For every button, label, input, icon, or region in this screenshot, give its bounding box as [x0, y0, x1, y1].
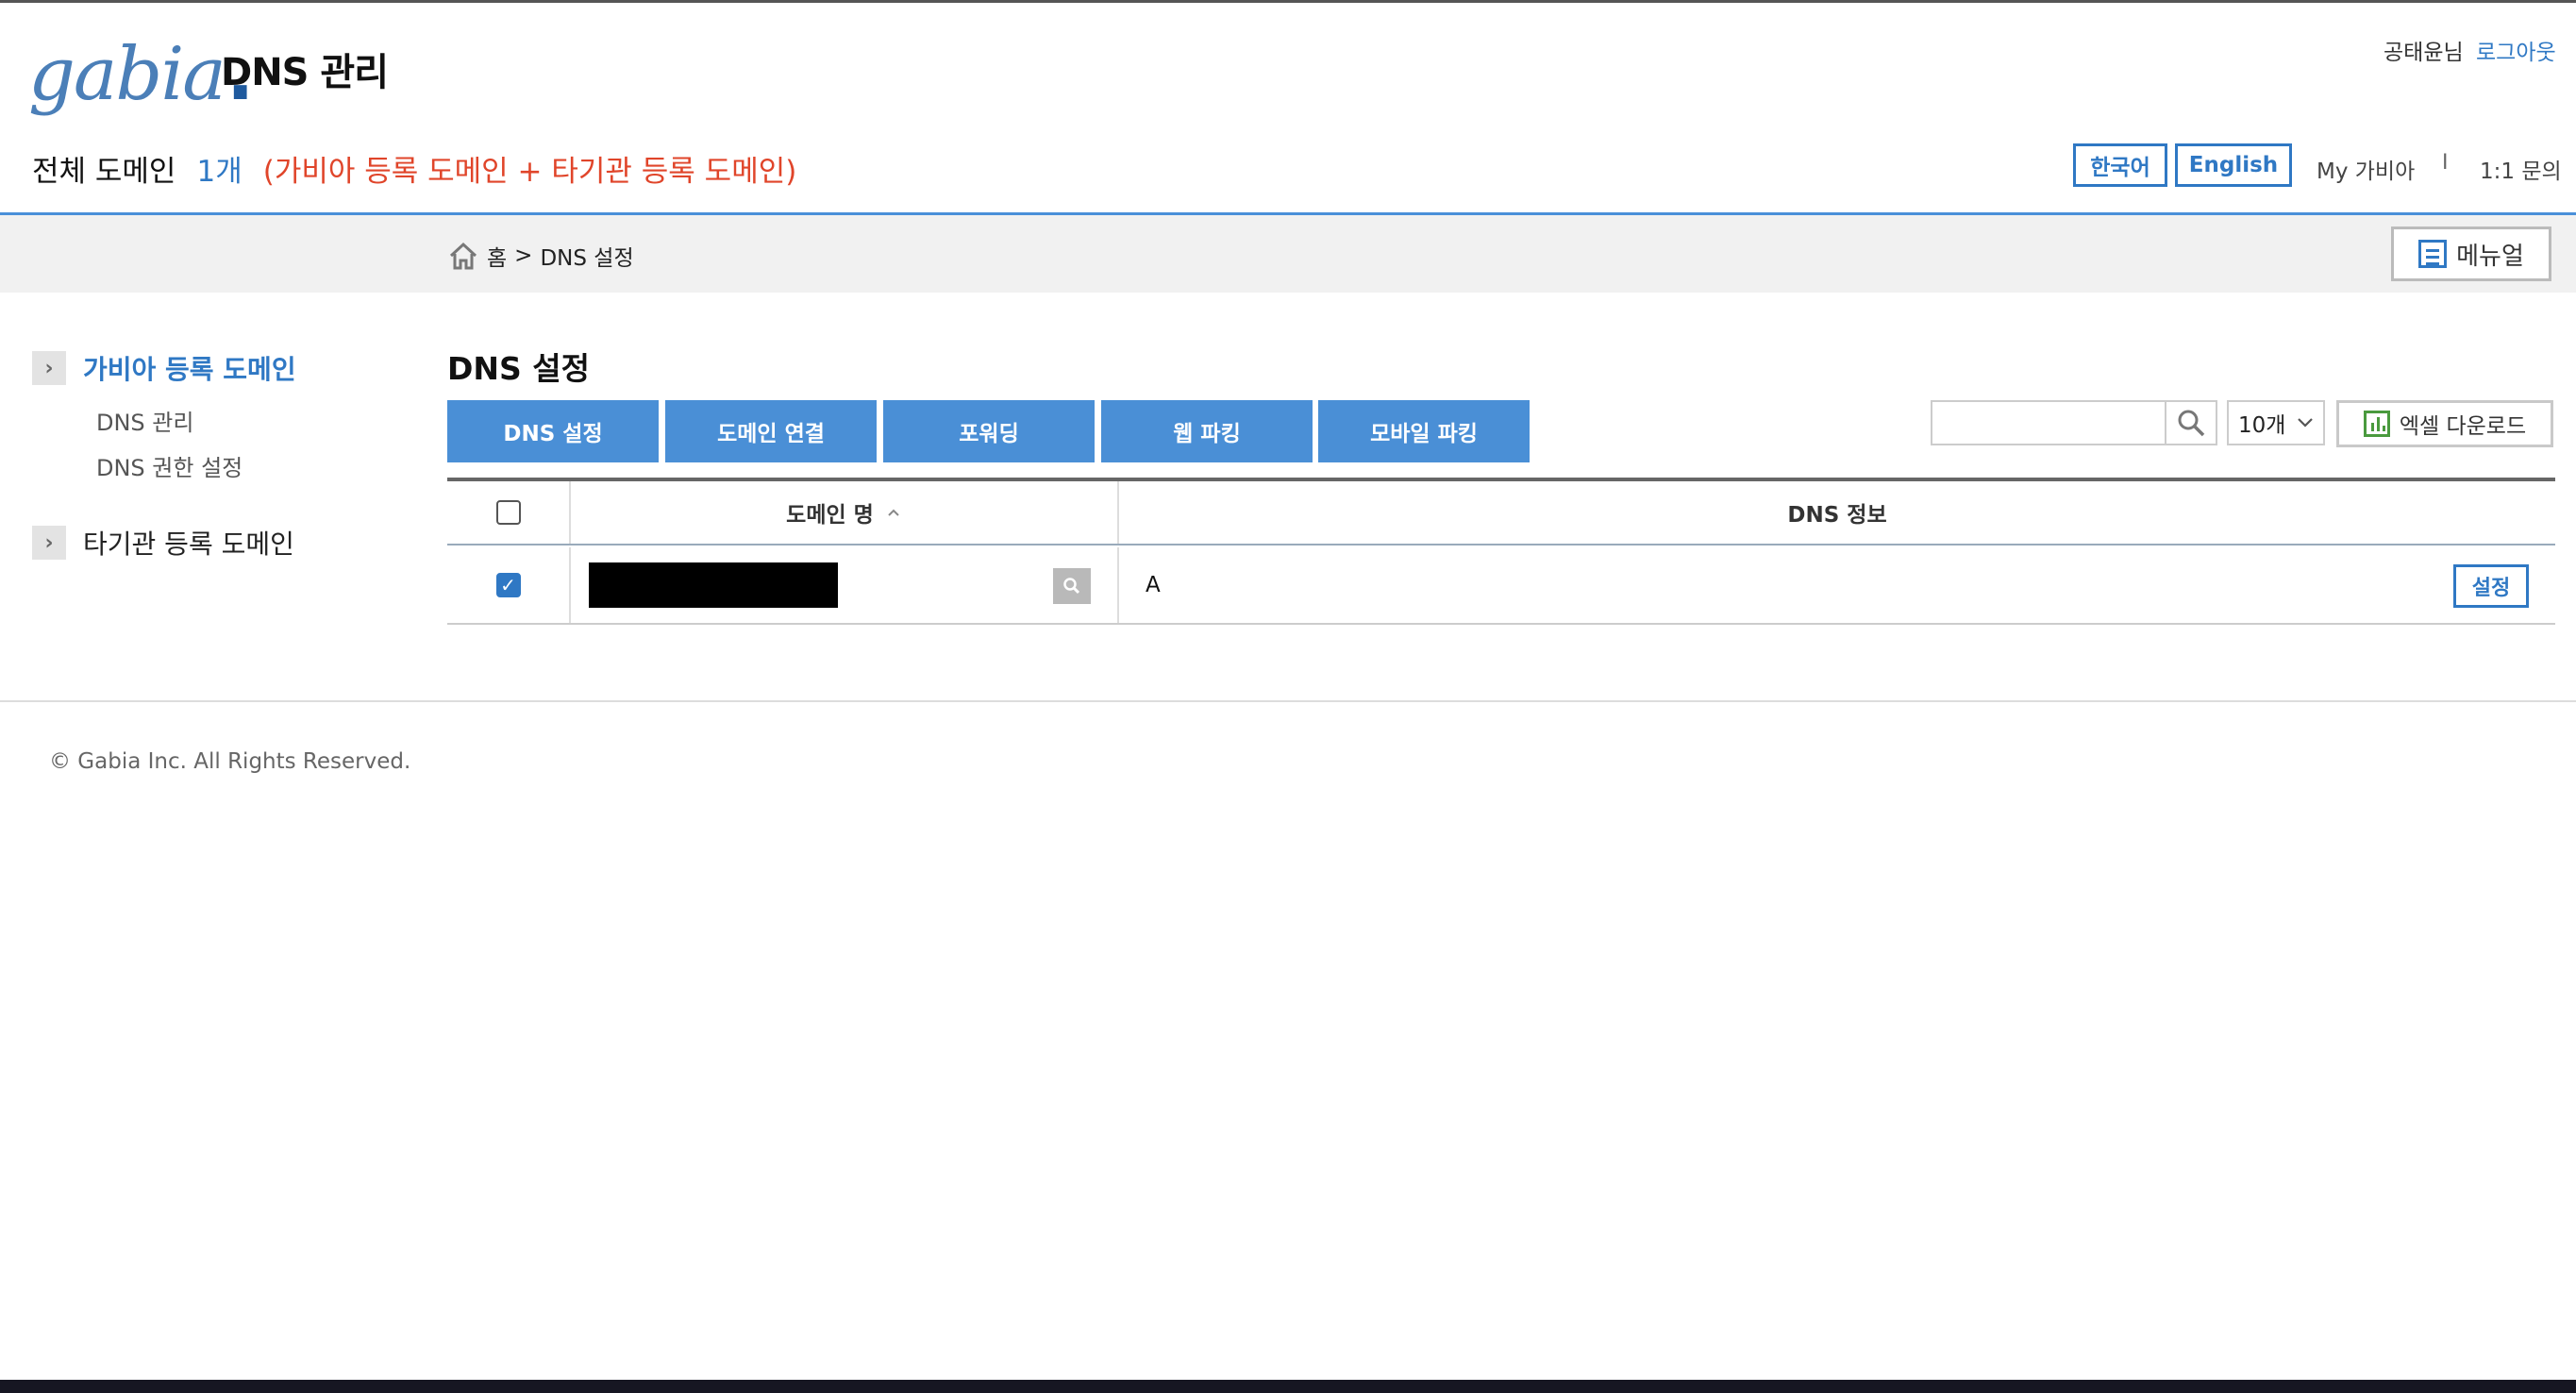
search-button[interactable]	[2166, 400, 2217, 445]
home-icon[interactable]	[447, 240, 479, 272]
table-row: ✓ A 설정	[447, 547, 2555, 625]
breadcrumb-bar	[0, 215, 2576, 293]
chevron-down-icon	[2298, 418, 2313, 428]
copyright-text: © Gabia Inc. All Rights Reserved.	[49, 749, 411, 774]
chevron-right-icon: ›	[32, 526, 66, 560]
domain-lookup-button[interactable]	[1053, 568, 1091, 604]
user-name: 공태윤님	[2384, 41, 2464, 65]
logout-link[interactable]: 로그아웃	[2476, 34, 2556, 66]
page-title: DNS 설정	[447, 350, 590, 387]
lang-english-button[interactable]: English	[2175, 143, 2292, 187]
sidebar-item-label: 타기관 등록 도메인	[83, 529, 294, 560]
chart-icon	[2363, 411, 2390, 437]
excel-download-label: 엑셀 다운로드	[2399, 414, 2527, 439]
sidebar-item-gabia-domains[interactable]: › 가비아 등록 도메인	[32, 349, 296, 387]
bottom-bar	[0, 1380, 2576, 1393]
tab-web-parking[interactable]: 웹 파킹	[1101, 400, 1313, 462]
breadcrumb-arrow: >	[514, 243, 533, 268]
dns-info-value: A	[1146, 573, 1161, 597]
tab-domain-connect[interactable]: 도메인 연결	[665, 400, 877, 462]
sidebar-subitem-dns-permission[interactable]: DNS 권한 설정	[96, 449, 243, 482]
top-border	[0, 0, 2576, 3]
column-divider	[569, 547, 571, 623]
manual-button[interactable]: 메뉴얼	[2391, 227, 2551, 281]
sort-up-icon[interactable]	[885, 507, 902, 518]
domain-summary: 전체 도메인 1개 (가비아 등록 도메인 + 타기관 등록 도메인)	[32, 147, 796, 190]
breadcrumb: 홈 > DNS 설정	[447, 240, 634, 272]
tab-mobile-parking[interactable]: 모바일 파킹	[1318, 400, 1530, 462]
page-size-value: 10개	[2238, 413, 2286, 438]
sidebar-item-other-domains[interactable]: › 타기관 등록 도메인	[32, 524, 294, 562]
sidebar-item-label: 가비아 등록 도메인	[83, 354, 296, 385]
row-checkbox[interactable]: ✓	[495, 573, 521, 597]
tab-forwarding[interactable]: 포워딩	[883, 400, 1095, 462]
breadcrumb-current: DNS 설정	[540, 246, 634, 271]
excel-download-button[interactable]: 엑셀 다운로드	[2336, 400, 2553, 447]
sidebar-subitem-dns-manage[interactable]: DNS 관리	[96, 404, 193, 437]
dns-info-header: DNS 정보	[1787, 503, 1887, 528]
table-header: 도메인 명 DNS 정보	[447, 481, 2555, 545]
redacted-domain-name	[589, 562, 838, 608]
select-all-checkbox[interactable]	[495, 500, 521, 525]
lang-korean-button[interactable]: 한국어	[2073, 143, 2167, 187]
app-title: DNS 관리	[221, 51, 389, 94]
summary-label: 전체 도메인	[32, 155, 176, 189]
summary-count: 1개	[196, 155, 243, 189]
tab-dns-settings[interactable]: DNS 설정	[447, 400, 659, 462]
header-separator: I	[2442, 151, 2449, 175]
breadcrumb-home[interactable]: 홈	[487, 240, 507, 272]
dns-settings-button[interactable]: 설정	[2453, 564, 2529, 608]
domain-name-header-label: 도메인 명	[786, 503, 874, 528]
document-icon	[2418, 240, 2448, 268]
logo-text: gabia	[28, 32, 226, 117]
inquiry-link[interactable]: 1:1 문의	[2480, 153, 2562, 185]
search-input[interactable]	[1931, 400, 2166, 445]
page-size-select[interactable]: 10개	[2227, 400, 2325, 445]
footer-divider	[0, 700, 2576, 702]
domain-name-header[interactable]: 도메인 명	[571, 481, 1117, 544]
manual-label: 메뉴얼	[2456, 242, 2524, 271]
my-gabia-link[interactable]: My 가비아	[2317, 153, 2415, 185]
search-icon	[2178, 410, 2205, 437]
summary-note: (가비아 등록 도메인 + 타기관 등록 도메인)	[262, 155, 797, 189]
select-all-cell	[447, 481, 569, 544]
chevron-right-icon: ›	[32, 351, 66, 385]
row-select-cell: ✓	[447, 547, 569, 623]
magnifier-icon	[1063, 578, 1080, 595]
column-divider	[1117, 547, 1119, 623]
